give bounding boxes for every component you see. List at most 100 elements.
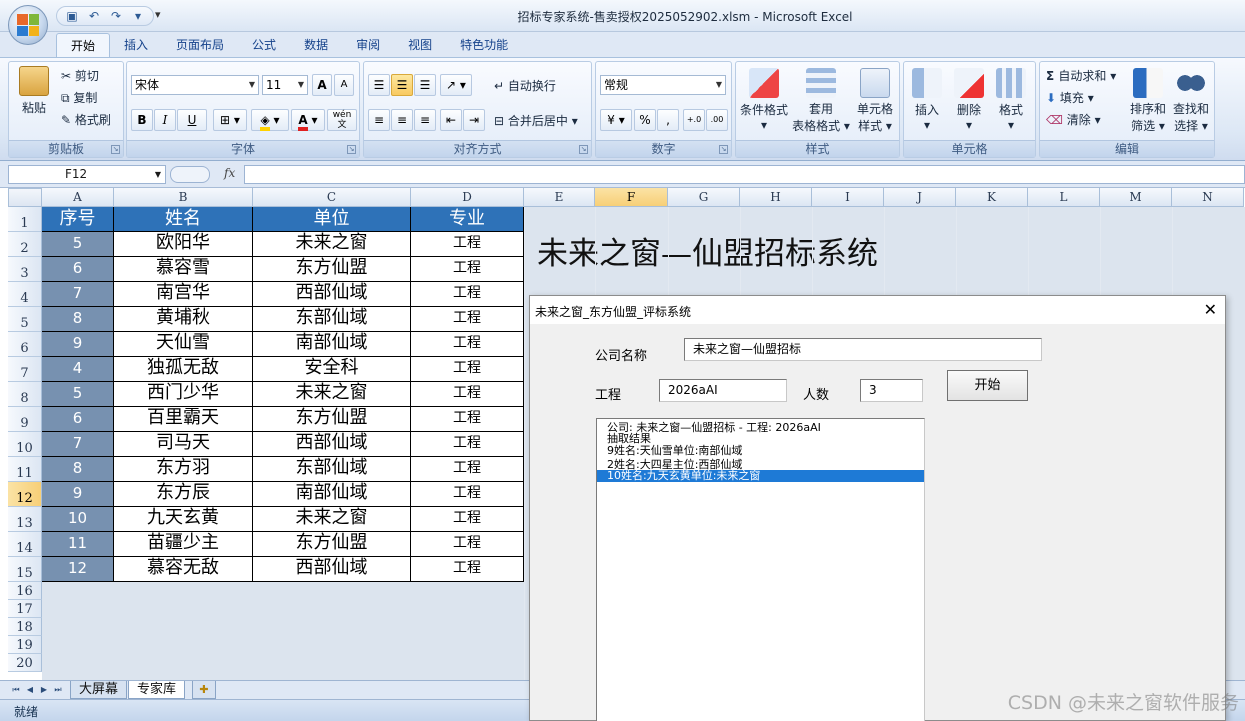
format-painter-button[interactable]: ✎ 格式刷 xyxy=(61,111,111,128)
table-cell-seq[interactable]: 9 xyxy=(42,482,114,507)
row-header-16[interactable]: 16 xyxy=(8,582,42,600)
project-input[interactable]: 2026aAI xyxy=(659,379,787,402)
row-header-18[interactable]: 18 xyxy=(8,618,42,636)
alignment-launcher-icon[interactable]: ↘ xyxy=(579,145,588,154)
align-right-button[interactable]: ≡ xyxy=(414,109,436,131)
table-cell-unit[interactable]: 未来之窗 xyxy=(253,382,411,407)
fill-color-button[interactable]: ◈ ▾ xyxy=(251,109,289,131)
name-box[interactable]: F12 ▼ xyxy=(8,165,166,184)
delete-cells-button[interactable]: 删除 ▾ xyxy=(950,68,988,132)
count-input[interactable]: 3 xyxy=(860,379,923,402)
result-listbox[interactable]: 公司: 未来之窗—仙盟招标 - 工程: 2026aAI 抽取结果 9姓名:天仙雪单位… xyxy=(596,418,925,721)
row-header-8[interactable]: 8 xyxy=(8,382,42,407)
table-cell-major[interactable]: 工程 xyxy=(411,557,524,582)
row-header-7[interactable]: 7 xyxy=(8,357,42,382)
decrease-indent-button[interactable]: ⇤ xyxy=(440,109,462,131)
clipboard-launcher-icon[interactable]: ↘ xyxy=(111,145,120,154)
tab-special[interactable]: 特色功能 xyxy=(446,33,522,57)
row-header-5[interactable]: 5 xyxy=(8,307,42,332)
align-top-button[interactable]: ☰ xyxy=(368,74,390,96)
table-cell-seq[interactable]: 8 xyxy=(42,457,114,482)
column-header-g[interactable]: G xyxy=(668,188,740,207)
cut-button[interactable]: ✂ 剪切 xyxy=(61,67,99,84)
result-list-item[interactable]: 9姓名:天仙雪单位:南部仙域 xyxy=(607,445,742,457)
tab-page-layout[interactable]: 页面布局 xyxy=(162,33,238,57)
column-header-a[interactable]: A xyxy=(42,188,114,207)
currency-button[interactable]: ¥ ▾ xyxy=(600,109,632,131)
column-header-e[interactable]: E xyxy=(524,188,595,207)
table-cell-major[interactable]: 工程 xyxy=(411,257,524,282)
table-header-name[interactable]: 姓名 xyxy=(114,207,253,232)
font-color-button[interactable]: A ▾ xyxy=(291,109,325,131)
row-header-3[interactable]: 3 xyxy=(8,257,42,282)
row-header-12[interactable]: 12 xyxy=(8,482,42,507)
table-cell-seq[interactable]: 6 xyxy=(42,407,114,432)
row-header-15[interactable]: 15 xyxy=(8,557,42,582)
column-header-h[interactable]: H xyxy=(740,188,812,207)
autosum-button[interactable]: Σ 自动求和 ▾ xyxy=(1046,67,1116,84)
last-sheet-icon[interactable]: ⏭ xyxy=(52,683,64,697)
first-sheet-icon[interactable]: ⏮ xyxy=(10,683,22,697)
shrink-font-button[interactable]: A xyxy=(334,74,354,96)
select-all-button[interactable] xyxy=(8,188,42,207)
office-button[interactable] xyxy=(8,5,48,45)
table-cell-major[interactable]: 工程 xyxy=(411,532,524,557)
table-cell-seq[interactable]: 5 xyxy=(42,382,114,407)
table-cell-name[interactable]: 南宫华 xyxy=(114,282,253,307)
start-button[interactable]: 开始 xyxy=(947,370,1028,401)
row-header-2[interactable]: 2 xyxy=(8,232,42,257)
column-header-f[interactable]: F xyxy=(595,188,668,207)
decrease-decimal-button[interactable]: .00 xyxy=(706,109,728,131)
font-launcher-icon[interactable]: ↘ xyxy=(347,145,356,154)
next-sheet-icon[interactable]: ▶ xyxy=(38,683,50,697)
table-cell-major[interactable]: 工程 xyxy=(411,382,524,407)
column-header-l[interactable]: L xyxy=(1028,188,1100,207)
align-middle-button[interactable]: ☰ xyxy=(391,74,413,96)
table-cell-name[interactable]: 东方羽 xyxy=(114,457,253,482)
table-cell-major[interactable]: 工程 xyxy=(411,457,524,482)
table-cell-seq[interactable]: 11 xyxy=(42,532,114,557)
table-cell-major[interactable]: 工程 xyxy=(411,407,524,432)
table-cell-major[interactable]: 工程 xyxy=(411,307,524,332)
table-cell-name[interactable]: 慕容雪 xyxy=(114,257,253,282)
row-header-4[interactable]: 4 xyxy=(8,282,42,307)
table-cell-seq[interactable]: 7 xyxy=(42,282,114,307)
sheet-tab-zhuanjiaku[interactable]: 专家库 xyxy=(128,681,186,699)
table-cell-major[interactable]: 工程 xyxy=(411,507,524,532)
paste-button[interactable]: 粘贴 xyxy=(15,66,53,116)
close-icon[interactable]: ✕ xyxy=(1204,300,1217,319)
table-cell-major[interactable]: 工程 xyxy=(411,482,524,507)
table-cell-name[interactable]: 苗疆少主 xyxy=(114,532,253,557)
column-header-i[interactable]: I xyxy=(812,188,884,207)
table-cell-unit[interactable]: 西部仙域 xyxy=(253,282,411,307)
company-input[interactable]: 未来之窗—仙盟招标 xyxy=(684,338,1042,361)
wrap-text-button[interactable]: ↵ 自动换行 xyxy=(494,77,556,94)
comma-button[interactable]: , xyxy=(657,109,679,131)
row-header-9[interactable]: 9 xyxy=(8,407,42,432)
format-as-table-button[interactable]: 套用 表格格式 ▾ xyxy=(792,68,850,135)
table-cell-unit[interactable]: 未来之窗 xyxy=(253,507,411,532)
conditional-format-button[interactable]: 条件格式 ▾ xyxy=(738,68,790,132)
row-header-20[interactable]: 20 xyxy=(8,654,42,672)
table-cell-name[interactable]: 慕容无敌 xyxy=(114,557,253,582)
table-cell-name[interactable]: 黄埔秋 xyxy=(114,307,253,332)
column-header-c[interactable]: C xyxy=(253,188,411,207)
row-header-1[interactable]: 1 xyxy=(8,207,42,232)
column-header-n[interactable]: N xyxy=(1172,188,1244,207)
table-cell-unit[interactable]: 安全科 xyxy=(253,357,411,382)
sheet-tab-dapingmu[interactable]: 大屏幕 xyxy=(70,681,128,699)
table-cell-unit[interactable]: 南部仙域 xyxy=(253,482,411,507)
table-cell-name[interactable]: 九天玄黄 xyxy=(114,507,253,532)
table-cell-name[interactable]: 西门少华 xyxy=(114,382,253,407)
table-cell-seq[interactable]: 4 xyxy=(42,357,114,382)
table-cell-name[interactable]: 司马天 xyxy=(114,432,253,457)
fill-button[interactable]: ⬇ 填充 ▾ xyxy=(1046,89,1094,106)
format-cells-button[interactable]: 格式 ▾ xyxy=(992,68,1030,132)
column-header-b[interactable]: B xyxy=(114,188,253,207)
font-name-select[interactable]: 宋体 ▼ xyxy=(131,75,259,95)
tab-data[interactable]: 数据 xyxy=(290,33,342,57)
column-header-m[interactable]: M xyxy=(1100,188,1172,207)
tab-view[interactable]: 视图 xyxy=(394,33,446,57)
table-cell-name[interactable]: 独孤无敌 xyxy=(114,357,253,382)
insert-cells-button[interactable]: 插入 ▾ xyxy=(908,68,946,132)
